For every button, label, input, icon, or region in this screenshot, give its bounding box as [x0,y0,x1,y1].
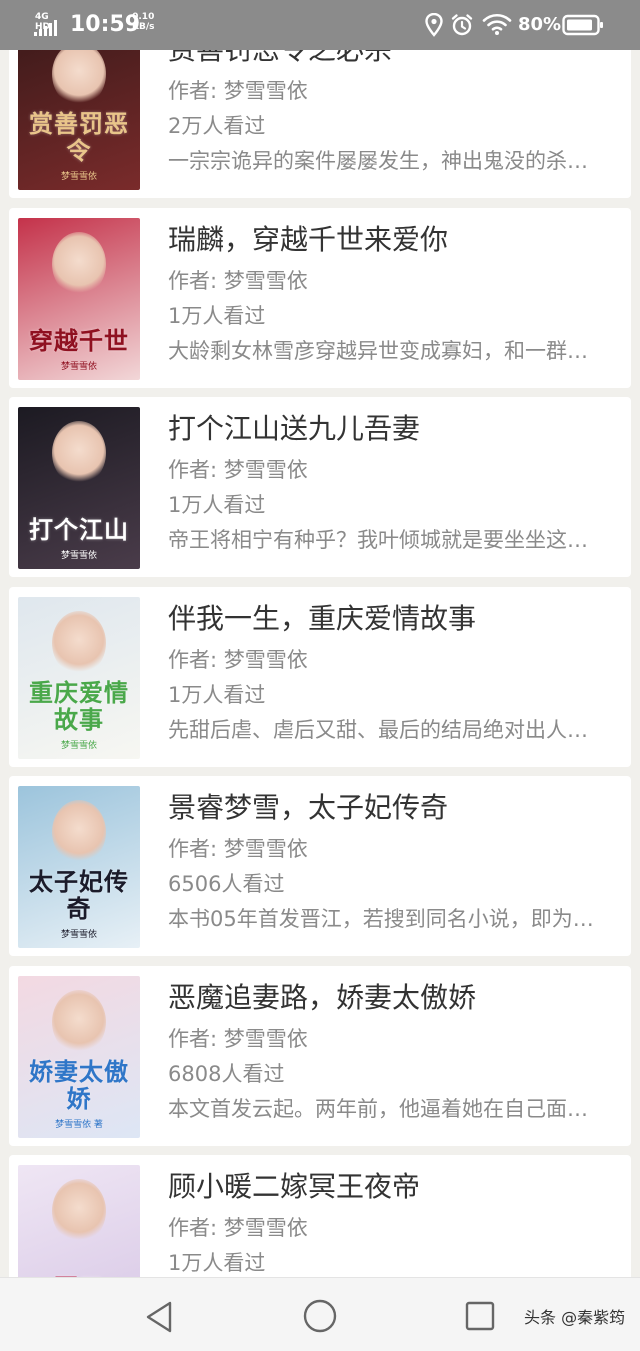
home-icon[interactable] [302,1298,338,1334]
book-author: 作者: 梦雪雪依 [168,1216,308,1240]
wifi-icon [482,13,512,35]
book-title[interactable]: 景睿梦雪，太子妃传奇 [168,788,618,828]
book-cover-image[interactable]: 赏善罚恶令 梦雪雪依 [18,28,140,190]
book-description: 本文首发云起。两年前，他逼着她在自己面前跳楼… [168,1096,604,1121]
book-title[interactable]: 瑞麟，穿越千世来爱你 [168,220,618,260]
book-author: 作者: 梦雪雪依 [168,1026,308,1051]
network-speed-unit: KB/s [132,22,155,32]
cover-portrait [52,421,106,485]
book-read-count: 1万人看过 [168,682,266,707]
cover-author-text: 梦雪雪依 [60,172,97,182]
book-cover-image[interactable]: 太子妃传奇 梦雪雪依 [18,786,140,948]
book-author: 作者: 梦雪雪依 [168,268,308,293]
cover-title-text: 娇妻太傲娇 [29,1056,129,1113]
signal-icon: 4G HD [34,12,64,36]
book-card[interactable]: 太子妃传奇 梦雪雪依 景睿梦雪，太子妃传奇 作者: 梦雪雪依 6506人看过 本书05年首… [9,776,631,956]
battery-percentage: 80% [518,14,562,35]
cover-title-text: 打个江山 [29,515,129,544]
book-card[interactable]: 冥王顾小暖二嫁冥王夜帝作者: 梦雪雪依 1万人看过 [9,1155,631,1277]
cover-author-text: 梦雪雪依 [60,740,97,751]
book-cover-image[interactable]: 重庆爱情故事梦雪雪依 [18,596,140,759]
book-read-count: 6808人看过 [168,1061,285,1086]
alarm-icon [451,14,473,36]
book-cover-image[interactable]: 冥王 [18,1165,140,1277]
clock: 10:59 [70,12,141,37]
book-author: 作者: 梦雪雪依 [168,647,308,672]
book-description: 先甜后虐、虐后又甜、最后的结局绝对出人意料… [168,717,604,742]
book-description: 一宗宗诡异的案件屡屡发生，神出鬼没的杀手留下一块块… [168,149,604,173]
back-icon[interactable] [143,1300,175,1334]
book-read-count: 2万人看过 [168,114,266,138]
cover-portrait [52,800,106,864]
book-card[interactable]: 娇妻太傲娇 梦雪雪依 著恶魔追妻路，娇妻太傲娇 作者: 梦雪雪依 6808人看过 本文首… [9,965,631,1146]
cover-author-text: 梦雪雪依 [60,551,97,561]
book-read-count: 1万人看过 [168,493,266,517]
cover-portrait [52,989,106,1054]
battery-icon [562,14,603,36]
network-speed: 0.10 KB/s [132,12,154,32]
book-read-count: 1万人看过 [168,303,266,328]
cover-portrait [52,231,106,296]
book-description: 帝王将相宁有种乎？我叶倾城就是要坐坐这江山宝座… [168,528,604,552]
book-read-count: 6506人看过 [168,872,285,896]
cover-author-text: 梦雪雪依 [60,930,97,940]
cover-portrait [52,42,106,106]
book-card[interactable]: 穿越千世 梦雪雪依 瑞麟，穿越千世来爱你 作者: 梦雪雪依 1万人看过 大龄剩女林雪彦穿越… [9,207,631,388]
book-title[interactable]: 打个江山送九儿吾妻 [168,409,618,449]
book-author: 作者: 梦雪雪依 [168,79,308,103]
recent-apps-icon[interactable] [464,1300,496,1332]
cover-portrait [52,1179,106,1243]
book-author: 作者: 梦雪雪依 [168,458,308,482]
book-cover-image[interactable]: 穿越千世 梦雪雪依 [18,217,140,380]
cover-title-text: 太子妃传奇 [29,867,129,923]
cover-title-text: 穿越千世 [29,325,129,355]
book-title[interactable]: 伴我一生，重庆爱情故事 [168,599,618,639]
book-title[interactable]: 顾小暖二嫁冥王夜帝 [168,1167,618,1207]
cover-author-text: 梦雪雪依 著 [55,1119,103,1130]
book-cover-image[interactable]: 打个江山 梦雪雪依 [18,407,140,569]
book-card[interactable]: 打个江山 梦雪雪依 打个江山送九儿吾妻 作者: 梦雪雪依 1万人看过 帝王将相宁有种乎？我… [9,397,631,577]
location-icon [425,13,443,37]
cover-title-text: 重庆爱情故事 [29,677,129,734]
watermark: 头条 @秦紫筠 [524,1308,626,1327]
book-list: 赏善罚恶令梦雪雪依赏善罚恶令之必杀作者: 梦雪雪依2万人看过一宗宗诡异的案件屡屡… [0,0,640,1277]
network-speed-value: 0.10 [132,12,155,22]
cover-author-text: 梦雪雪依 [60,361,97,372]
book-read-count: 1万人看过 [168,1251,266,1275]
book-author: 作者: 梦雪雪依 [168,837,308,861]
book-cover-image[interactable]: 娇妻太傲娇梦雪雪依 著 [18,975,140,1138]
book-title[interactable]: 恶魔追妻路，娇妻太傲娇 [168,978,618,1018]
navigation-bar: 头条 @秦紫筠 [0,1277,640,1351]
book-card[interactable]: 重庆爱情故事 梦雪雪依 伴我一生，重庆爱情故事 作者: 梦雪雪依 1万人看过 先甜后虐、虐… [9,586,631,767]
status-bar: 4G HD 10:59 0.10 KB/s 80% [0,0,640,50]
cover-portrait [52,610,106,675]
book-description: 本书05年首发晋江，若搜到同名小说，即为本人所著… [168,907,604,931]
book-description: 大龄剩女林雪彦穿越异世变成寡妇，和一群美男纠缠不清… [168,338,604,363]
cover-title-text: 赏善罚恶令 [29,109,129,165]
